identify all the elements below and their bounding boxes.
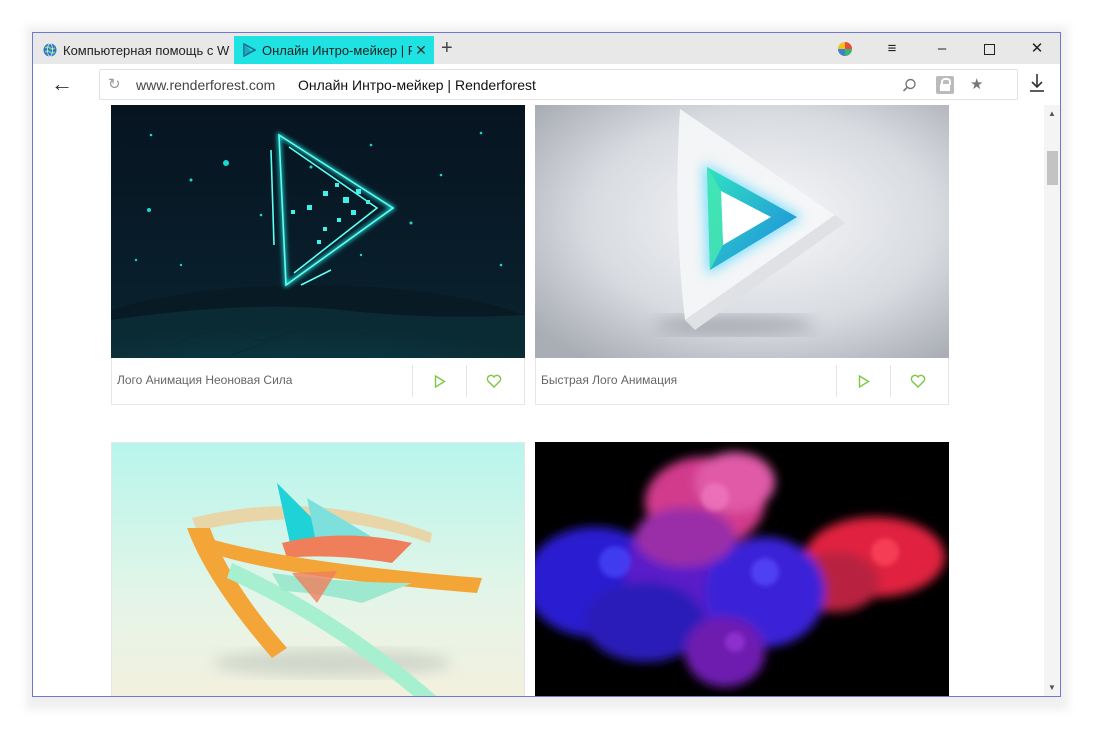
bookmark-star-icon[interactable]: ★ [970,75,983,95]
play-button[interactable] [412,365,466,397]
card-caption: Лого Анимация Неоновая Сила [111,358,525,405]
address-bar[interactable]: ↻ www.renderforest.com Онлайн Интро-мейк… [99,69,1018,100]
tab-computer-help[interactable]: Компьютерная помощь с W [37,36,233,64]
ribbons-thumbnail[interactable] [111,442,525,696]
neon-play-thumbnail[interactable] [111,105,525,358]
play-icon [434,374,446,388]
lock-icon[interactable] [936,76,954,94]
card-title[interactable]: Лого Анимация Неоновая Сила [117,373,292,387]
play-icon [858,374,870,388]
maximize-icon[interactable] [974,37,1004,61]
white-play-thumbnail[interactable] [535,105,949,358]
heart-icon [486,374,501,388]
tab-label: Онлайн Интро-мейкер | Renderforest [262,42,412,58]
tab-renderforest[interactable]: Онлайн Интро-мейкер | Renderforest ✕ [234,36,434,64]
minimize-icon[interactable]: – [927,37,957,61]
address-page-title: Онлайн Интро-мейкер | Renderforest [298,77,536,93]
back-arrow-icon[interactable]: ← [51,72,73,96]
globe-icon [43,43,57,57]
download-icon[interactable] [1029,73,1045,98]
card-title[interactable]: Быстрая Лого Анимация [541,373,677,387]
address-domain: www.renderforest.com [136,77,276,93]
tab-bar: Компьютерная помощь с W Онлайн Интро-мей… [33,33,1060,64]
scroll-up-arrow-icon[interactable]: ▲ [1048,109,1056,118]
card-caption: Быстрая Лого Анимация [535,358,949,405]
renderforest-icon [243,43,256,57]
close-window-icon[interactable]: ✕ [1022,37,1052,61]
template-card[interactable] [535,442,949,696]
favorite-button[interactable] [890,365,944,397]
template-card[interactable]: Лого Анимация Неоновая Сила [111,105,525,406]
close-tab-icon[interactable]: ✕ [414,42,428,59]
play-button[interactable] [836,365,890,397]
vertical-scrollbar[interactable]: ▲ ▼ [1044,105,1060,696]
smoke-thumbnail[interactable] [535,442,949,696]
search-icon[interactable] [902,78,917,93]
yandex-apps-icon[interactable] [837,41,853,57]
page-content: Лого Анимация Неоновая Сила Быстрая Лого… [33,105,1044,696]
scroll-down-arrow-icon[interactable]: ▼ [1048,683,1056,692]
favorite-button[interactable] [466,365,520,397]
tab-label: Компьютерная помощь с W [63,42,230,58]
template-card[interactable] [111,442,525,696]
toolbar: ← ↻ www.renderforest.com Онлайн Интро-ме… [33,64,1060,106]
heart-icon [910,374,925,388]
new-tab-button[interactable]: + [441,37,453,59]
reload-icon[interactable]: ↻ [108,75,121,93]
scrollbar-thumb[interactable] [1047,151,1058,185]
menu-icon[interactable]: ≡ [877,37,907,61]
browser-window: Компьютерная помощь с W Онлайн Интро-мей… [32,32,1061,697]
template-card[interactable]: Быстрая Лого Анимация [535,105,949,406]
